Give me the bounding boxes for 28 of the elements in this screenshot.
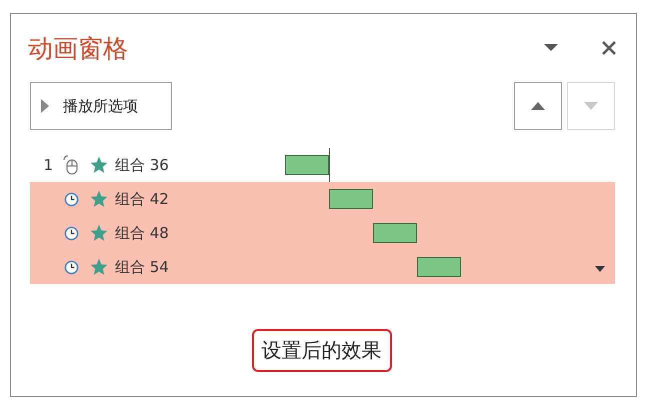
caret-up-icon xyxy=(531,102,545,110)
play-selected-button[interactable]: 播放所选项 xyxy=(30,82,172,130)
animation-name: 组合 48 xyxy=(115,224,170,242)
star-icon xyxy=(89,155,109,175)
animation-name: 组合 36 xyxy=(115,156,170,174)
timeline-marker xyxy=(329,148,330,182)
dropdown-icon[interactable] xyxy=(544,44,558,52)
close-icon[interactable] xyxy=(602,41,616,55)
animation-row[interactable]: 组合 54 xyxy=(30,250,615,284)
star-icon xyxy=(89,223,109,243)
animation-row[interactable]: 组合 48 xyxy=(30,216,615,250)
clock-icon xyxy=(64,260,78,274)
caption: 设置后的效果 xyxy=(252,329,392,372)
caret-down-icon xyxy=(584,102,598,110)
clock-icon xyxy=(64,226,78,240)
dropdown-icon[interactable] xyxy=(595,266,605,272)
animation-name: 组合 42 xyxy=(115,190,170,208)
clock-icon xyxy=(64,192,78,206)
star-icon xyxy=(89,257,109,277)
star-icon xyxy=(89,189,109,209)
pane-title: 动画窗格 xyxy=(28,32,129,64)
mouse-icon xyxy=(63,155,79,175)
animation-row[interactable]: 1 组合 36 xyxy=(30,148,615,182)
move-up-button[interactable] xyxy=(514,82,562,130)
animation-name: 组合 54 xyxy=(115,258,170,276)
sequence-number: 1 xyxy=(43,156,53,174)
animation-row[interactable]: 组合 42 xyxy=(30,182,615,216)
play-icon xyxy=(41,99,49,113)
